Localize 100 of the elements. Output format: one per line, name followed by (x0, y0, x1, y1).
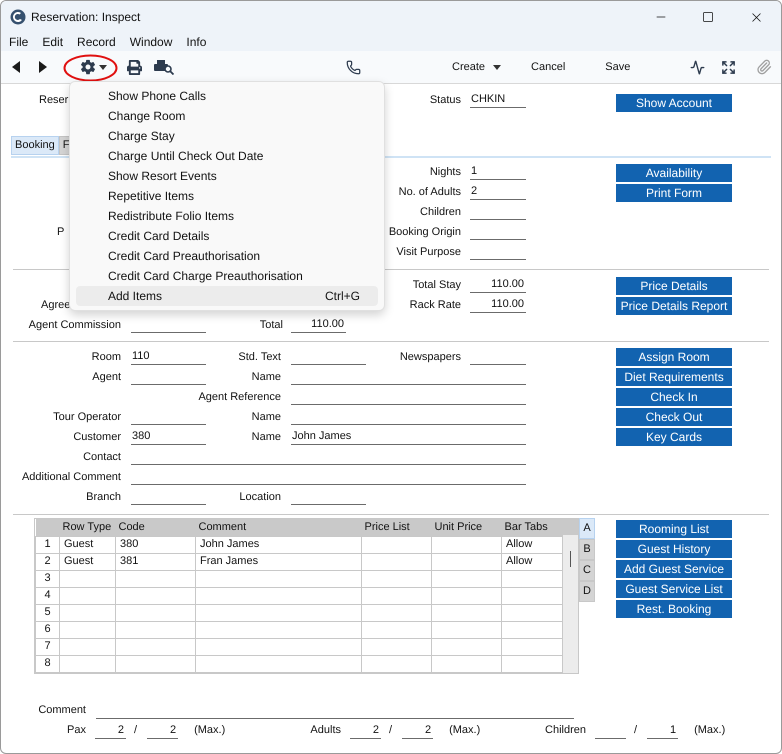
input-field[interactable]: 380 (131, 429, 206, 445)
printer-magnifier-icon[interactable] (154, 60, 174, 74)
save-button[interactable]: Save (605, 58, 630, 76)
phone-icon[interactable] (346, 60, 361, 74)
field-label: No. of Adults (398, 184, 461, 200)
table-cell (432, 536, 502, 553)
action-button[interactable]: Key Cards (616, 428, 732, 446)
input-field[interactable]: 110.00 (470, 277, 526, 293)
side-tab[interactable]: A (579, 518, 595, 539)
column-header[interactable]: Row Type (60, 519, 116, 536)
field-label: Name (252, 370, 281, 385)
app-logo-icon (10, 9, 26, 25)
tab[interactable]: Booking (11, 136, 59, 155)
field-label: Std. Text (238, 350, 281, 365)
input-field[interactable]: 110 (131, 349, 206, 365)
menu-item[interactable]: Info (186, 33, 206, 51)
side-tab[interactable]: B (579, 539, 595, 560)
menu-item[interactable]: File (9, 33, 28, 51)
input-field[interactable]: 2 (95, 722, 126, 738)
action-button[interactable]: Rest. Booking (616, 600, 732, 618)
table-cell (60, 587, 116, 604)
table-cell (60, 621, 116, 638)
field-label: Contact (83, 450, 121, 465)
max-label: (Max.) (194, 723, 226, 738)
menu-item[interactable]: Add Items Ctrl+G (76, 286, 378, 306)
column-header[interactable]: Code (116, 519, 196, 536)
table-cell: John James (196, 536, 362, 553)
menu-item[interactable]: Show Phone Calls (76, 86, 378, 106)
action-button[interactable]: Diet Requirements (616, 368, 732, 386)
action-button[interactable]: Add Guest Service (616, 560, 732, 578)
column-header[interactable]: Unit Price (432, 519, 502, 536)
menu-item[interactable]: Credit Card Details (76, 226, 378, 246)
forward-arrow-icon[interactable] (39, 61, 47, 73)
action-button[interactable]: Check In (616, 388, 732, 406)
back-arrow-icon[interactable] (12, 61, 20, 73)
input-field[interactable]: 2 (147, 722, 178, 738)
table-cell (362, 536, 432, 553)
field-label: Comment (38, 703, 86, 718)
input-field[interactable]: 1 (470, 164, 526, 180)
cancel-button[interactable]: Cancel (531, 58, 566, 76)
menu-item[interactable]: Edit (42, 33, 64, 51)
input-field[interactable]: 2 (402, 722, 434, 738)
menu-item[interactable]: Change Room (76, 106, 378, 126)
scrollbar[interactable] (563, 519, 578, 672)
action-button[interactable]: Guest Service List (616, 580, 732, 598)
caret-icon (493, 64, 502, 70)
paperclip-icon[interactable] (756, 59, 772, 75)
expand-icon[interactable] (721, 60, 736, 74)
column-header[interactable]: Price List (362, 519, 432, 536)
input-field[interactable]: 2 (350, 722, 381, 738)
action-button[interactable]: Print Form (616, 184, 732, 202)
menu-item[interactable]: Credit Card Preauthorisation (76, 246, 378, 266)
action-button[interactable]: Rooming List (616, 520, 732, 538)
action-button[interactable]: Price Details Report (616, 297, 732, 315)
menu-item[interactable]: Repetitive Items (76, 186, 378, 206)
create-menu-button[interactable]: Create (452, 58, 502, 76)
action-button[interactable]: Price Details (616, 277, 732, 295)
table-cell (432, 621, 502, 638)
input-field[interactable]: John James (291, 429, 526, 445)
input-field[interactable]: 110.00 (291, 317, 346, 333)
pulse-icon[interactable] (690, 60, 706, 74)
menu-item[interactable]: Show Resort Events (76, 166, 378, 186)
field-label: Tour Operator (53, 410, 121, 425)
table-cell: 381 (116, 553, 196, 570)
action-button[interactable]: Assign Room (616, 348, 732, 366)
action-button[interactable]: Show Account (616, 94, 732, 112)
table-cell (432, 553, 502, 570)
input-field[interactable]: CHKIN (470, 92, 526, 108)
menu-item[interactable]: Charge Stay (76, 126, 378, 146)
row-number: 2 (36, 553, 60, 570)
row-number: 1 (36, 536, 60, 553)
menu-item[interactable]: Redistribute Folio Items (76, 206, 378, 226)
column-header[interactable]: Bar Tabs (502, 519, 562, 536)
row-number: 7 (36, 638, 60, 655)
action-button[interactable]: Check Out (616, 408, 732, 426)
menu-item[interactable]: Record (77, 33, 116, 51)
side-tab[interactable]: D (579, 581, 595, 602)
input-field[interactable]: 110.00 (470, 297, 526, 313)
table-cell: Guest (60, 536, 116, 553)
table-cell (362, 604, 432, 621)
printer-icon[interactable] (127, 60, 142, 74)
input-field[interactable]: 1 (647, 722, 678, 738)
menu-item[interactable]: Window (130, 33, 172, 51)
column-header[interactable]: Comment (196, 519, 362, 536)
table-cell (60, 570, 116, 587)
maximize-icon[interactable] (702, 11, 714, 23)
field-label: Total Stay (412, 278, 461, 293)
action-button[interactable]: Availability (616, 164, 732, 182)
field-label: Agent Commission (28, 318, 121, 333)
field-label: Agent Reference (198, 390, 281, 405)
input-field[interactable]: 2 (470, 184, 526, 200)
menu-item[interactable]: Charge Until Check Out Date (76, 146, 378, 166)
field-label: Pax (67, 723, 86, 738)
menu-item[interactable]: Credit Card Charge Preauthorisation (76, 266, 378, 286)
table-cell (432, 604, 502, 621)
table-cell: Guest (60, 553, 116, 570)
field-label: Name (252, 410, 281, 425)
action-button[interactable]: Guest History (616, 540, 732, 558)
gear-icon[interactable] (80, 59, 96, 75)
side-tab[interactable]: C (579, 560, 595, 581)
